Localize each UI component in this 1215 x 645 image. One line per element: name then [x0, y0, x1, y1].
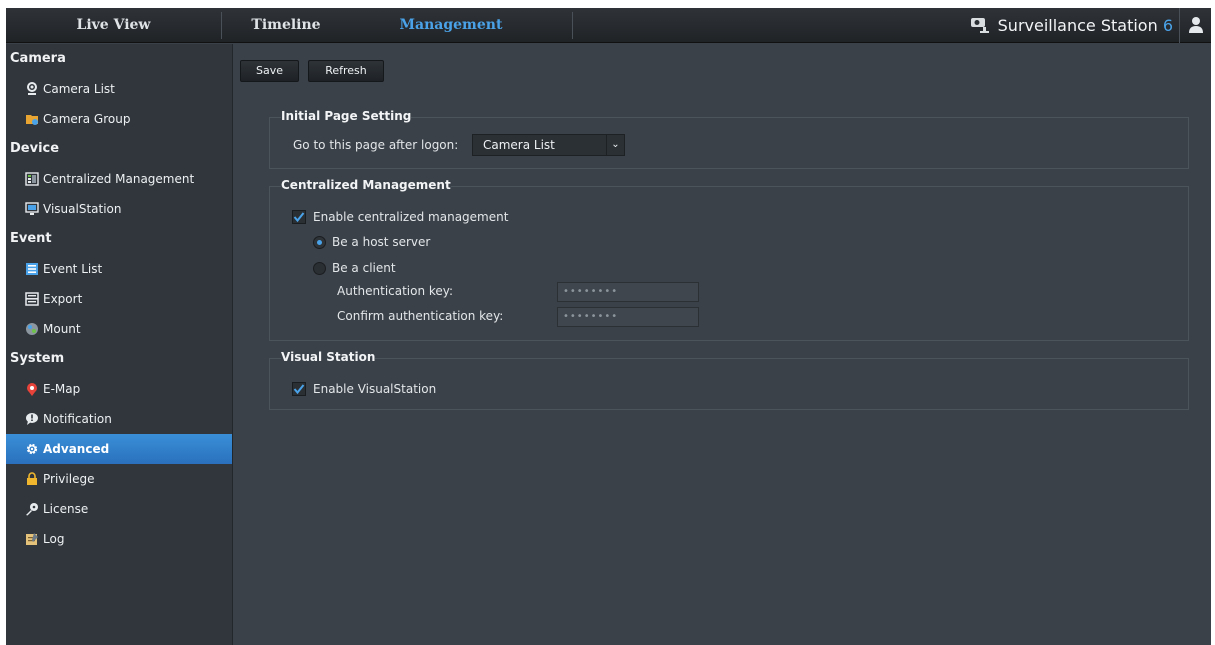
sidebar-item-label: VisualStation: [43, 202, 122, 216]
sidebar-category-device: Device: [10, 141, 60, 156]
sidebar-item-label: License: [43, 502, 89, 516]
save-button[interactable]: Save: [240, 60, 299, 82]
folder-icon: [26, 115, 38, 125]
sidebar-item-license[interactable]: License: [6, 494, 232, 524]
tab-management[interactable]: Management: [351, 8, 551, 43]
confirm-key-label: Confirm authentication key:: [337, 309, 504, 323]
sidebar-category-system: System: [10, 351, 65, 366]
mount-icon: [26, 323, 38, 335]
top-navigation-bar: Live View Timeline Management Surveillan…: [6, 8, 1211, 43]
tab-divider: [572, 12, 573, 39]
user-icon: [1189, 17, 1203, 33]
key-icon: [26, 503, 38, 516]
sidebar-item-event-list[interactable]: Event List: [6, 254, 232, 284]
sidebar-category-camera: Camera: [10, 51, 66, 66]
initial-page-select[interactable]: Camera List ⌄: [472, 134, 625, 156]
sidebar-item-mount[interactable]: Mount: [6, 314, 232, 344]
map-pin-icon: [27, 383, 37, 396]
sidebar-item-label: E-Map: [43, 382, 81, 396]
log-icon: [26, 533, 38, 545]
list-icon: [26, 263, 38, 275]
app-window: Live View Timeline Management Surveillan…: [6, 8, 1211, 645]
initial-page-selected-value: Camera List: [483, 138, 555, 152]
brand-name: Surveillance Station: [997, 16, 1158, 35]
auth-key-label: Authentication key:: [337, 284, 454, 298]
sidebar-category-event: Event: [10, 231, 52, 246]
export-icon: [25, 292, 39, 306]
host-server-radio[interactable]: [313, 236, 326, 249]
user-menu-button[interactable]: [1179, 8, 1211, 43]
app-brand: Surveillance Station 6: [970, 8, 1173, 43]
centralized-management-legend: Centralized Management: [281, 178, 451, 192]
centralized-icon: [25, 172, 39, 186]
sidebar-item-privilege[interactable]: Privilege: [6, 464, 232, 494]
centralized-management-group: Centralized Management Enable centralize…: [269, 178, 1189, 341]
sidebar-item-camera-group[interactable]: Camera Group: [6, 104, 232, 134]
lock-icon: [27, 472, 37, 485]
tab-timeline[interactable]: Timeline: [221, 8, 351, 43]
visual-station-group: Visual Station Enable VisualStation: [269, 350, 1189, 410]
gear-icon: [26, 443, 38, 455]
sidebar-item-e-map[interactable]: E-Map: [6, 374, 232, 404]
sidebar-item-camera-list[interactable]: Camera List: [6, 74, 232, 104]
client-radio[interactable]: [313, 262, 326, 275]
chevron-down-icon: ⌄: [606, 135, 624, 155]
sidebar-item-label: Export: [43, 292, 83, 306]
sidebar-item-label: Centralized Management: [43, 172, 195, 186]
enable-visualstation-checkbox[interactable]: [292, 382, 306, 396]
sidebar-item-advanced[interactable]: Advanced: [6, 434, 232, 464]
visual-station-legend: Visual Station: [281, 350, 376, 364]
notification-icon: [26, 413, 38, 425]
enable-centralized-checkbox[interactable]: [292, 210, 306, 224]
enable-visualstation-label: Enable VisualStation: [313, 382, 437, 396]
initial-page-label: Go to this page after logon:: [293, 138, 459, 152]
main-panel: Save Refresh Initial Page Setting Go to …: [234, 44, 1211, 645]
sidebar-item-centralized-management[interactable]: Centralized Management: [6, 164, 232, 194]
sidebar-item-label: Privilege: [43, 472, 95, 486]
auth-key-field[interactable]: ••••••••: [557, 282, 699, 302]
initial-page-setting-legend: Initial Page Setting: [281, 109, 412, 123]
host-server-label: Be a host server: [332, 235, 431, 249]
sidebar: Camera Camera List Camera Group Device C…: [6, 44, 233, 645]
sidebar-item-label: Advanced: [43, 442, 110, 456]
sidebar-item-label: Notification: [43, 412, 112, 426]
client-label: Be a client: [332, 261, 396, 275]
refresh-button[interactable]: Refresh: [308, 60, 384, 82]
brand-version: 6: [1162, 16, 1173, 35]
initial-page-setting-group: Initial Page Setting Go to this page aft…: [269, 109, 1189, 169]
tab-live-view[interactable]: Live View: [6, 8, 221, 43]
enable-centralized-label: Enable centralized management: [313, 210, 509, 224]
sidebar-item-label: Camera Group: [43, 112, 131, 126]
monitor-icon: [25, 202, 39, 215]
sidebar-item-label: Mount: [43, 322, 81, 336]
camera-icon: [27, 82, 37, 95]
sidebar-item-label: Log: [43, 532, 65, 546]
sidebar-item-visualstation[interactable]: VisualStation: [6, 194, 232, 224]
sidebar-item-label: Camera List: [43, 82, 115, 96]
sidebar-item-label: Event List: [43, 262, 103, 276]
surveillance-camera-icon: [970, 18, 989, 33]
confirm-key-field[interactable]: ••••••••: [557, 307, 699, 327]
sidebar-item-notification[interactable]: Notification: [6, 404, 232, 434]
sidebar-item-log[interactable]: Log: [6, 524, 232, 554]
sidebar-item-export[interactable]: Export: [6, 284, 232, 314]
